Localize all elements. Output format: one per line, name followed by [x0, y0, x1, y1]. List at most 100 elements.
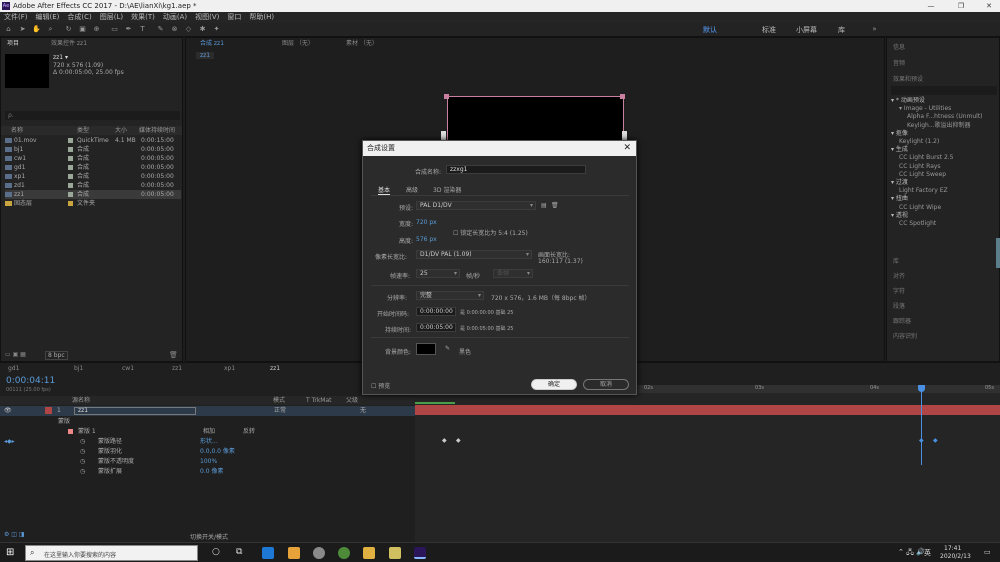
- tab-footage[interactable]: 素材 （无）: [346, 38, 378, 49]
- table-row[interactable]: 👁 1 zz1 正常 无: [0, 406, 415, 416]
- toggle-switches-modes[interactable]: 切换开关/模式: [190, 532, 228, 541]
- tab-info[interactable]: 信息: [893, 42, 905, 51]
- effects-tree-item[interactable]: ▾ 过渡: [891, 179, 908, 187]
- drop-frame-select[interactable]: 丢帧: [493, 269, 533, 278]
- frame-rate-select[interactable]: 25: [416, 269, 460, 278]
- menu-edit[interactable]: 编辑(E): [32, 12, 64, 23]
- list-item[interactable]: zd1 合成 0:00:05:00: [5, 181, 181, 190]
- layer-duration-bar[interactable]: [415, 405, 1000, 415]
- project-search-input[interactable]: ρ.: [5, 111, 180, 120]
- height-value[interactable]: 576 px: [416, 236, 437, 243]
- list-item[interactable]: 01.mov QuickTime 4.1 MB 0:00:15:00: [5, 136, 181, 145]
- table-row[interactable]: ◷ 蒙版羽化 0.0,0.0 像素: [0, 447, 415, 457]
- pan-behind-tool-icon[interactable]: ⊕: [92, 25, 101, 34]
- ok-button[interactable]: 确定: [531, 379, 577, 390]
- save-preset-icon[interactable]: ▤: [541, 202, 547, 209]
- work-area-bar[interactable]: [415, 402, 455, 404]
- keyframe-marker[interactable]: ◆: [442, 437, 447, 444]
- playhead[interactable]: [921, 385, 922, 465]
- keyframe-nav-icon[interactable]: ◂◆▸: [4, 437, 15, 447]
- trash-icon[interactable]: 🗑: [169, 351, 178, 359]
- tab-timeline-bj1[interactable]: bj1: [74, 363, 83, 374]
- list-item[interactable]: xp1 合成 0:00:05:00: [5, 172, 181, 181]
- timeline-bottom-icons[interactable]: ⚙ ◫ ◨: [4, 531, 25, 538]
- keyframe-marker[interactable]: ◆: [456, 437, 461, 444]
- tab-timeline-xp1[interactable]: xp1: [224, 363, 235, 374]
- list-item[interactable]: 固态层 文件夹: [5, 199, 181, 208]
- clone-tool-icon[interactable]: ⊗: [170, 25, 179, 34]
- panel-content-aware[interactable]: 内容识别: [893, 331, 917, 340]
- hand-tool-icon[interactable]: ✋: [32, 25, 41, 34]
- scrollbar-thumb[interactable]: [996, 238, 1000, 268]
- pen-tool-icon[interactable]: ✒: [124, 25, 133, 34]
- roto-tool-icon[interactable]: ✱: [198, 25, 207, 34]
- list-item[interactable]: bj1 合成 0:00:05:00: [5, 145, 181, 154]
- tab-timeline-zz1-active[interactable]: zz1: [270, 363, 280, 374]
- tab-audio[interactable]: 音频: [893, 58, 905, 67]
- bpc-button[interactable]: 8 bpc: [45, 351, 68, 360]
- mask-vertex-handle[interactable]: [622, 131, 627, 140]
- panel-paragraph[interactable]: 段落: [893, 301, 905, 310]
- tab-effects-presets[interactable]: 效果和预设: [893, 74, 923, 83]
- workspace-default[interactable]: 默认: [703, 25, 717, 35]
- effects-tree-item[interactable]: ▾ 透视: [891, 212, 908, 220]
- mask-mode-select[interactable]: 相加: [203, 427, 215, 437]
- col-source-name[interactable]: 源名称: [72, 396, 90, 405]
- col-name[interactable]: 名称: [11, 126, 23, 135]
- mask-color-swatch[interactable]: [68, 429, 73, 434]
- prop-value[interactable]: 0.0 像素: [200, 467, 223, 477]
- list-item[interactable]: cw1 合成 0:00:05:00: [5, 154, 181, 163]
- menu-help[interactable]: 帮助(H): [245, 12, 278, 23]
- effects-tree-item[interactable]: CC Light Sweep: [899, 171, 946, 179]
- eraser-tool-icon[interactable]: ◇: [184, 25, 193, 34]
- selection-tool-icon[interactable]: ➤: [18, 25, 27, 34]
- prop-value[interactable]: 形状...: [200, 437, 218, 447]
- tab-timeline-gd1[interactable]: gd1: [8, 363, 19, 374]
- eye-icon[interactable]: 👁: [4, 406, 12, 416]
- file-explorer-icon[interactable]: [363, 547, 375, 559]
- zoom-tool-icon[interactable]: ⌕: [46, 25, 55, 34]
- panel-library[interactable]: 库: [893, 256, 899, 265]
- mode-select[interactable]: 正常: [274, 406, 286, 416]
- panel-align[interactable]: 对齐: [893, 271, 905, 280]
- resolution-select[interactable]: 完整: [416, 291, 484, 300]
- bg-color-swatch[interactable]: [416, 343, 436, 355]
- home-icon[interactable]: ⌂: [4, 25, 13, 34]
- col-duration[interactable]: 媒体持续时间: [139, 126, 175, 135]
- comp-breadcrumb[interactable]: zz1: [196, 52, 215, 59]
- menu-layer[interactable]: 图层(L): [96, 12, 127, 23]
- start-timecode-input[interactable]: 0:00:00:00: [416, 307, 456, 316]
- tab-3d-renderer[interactable]: 3D 渲染器: [433, 185, 461, 194]
- effects-tree-item[interactable]: ▾ 扭曲: [891, 195, 908, 203]
- preview-checkbox[interactable]: ☐ 预览: [371, 381, 390, 390]
- tab-composition[interactable]: 合成 zz1: [200, 38, 224, 49]
- ime-indicator[interactable]: 英: [924, 548, 931, 558]
- brush-tool-icon[interactable]: ✎: [156, 25, 165, 34]
- effects-tree-item[interactable]: Light Factory EZ: [899, 187, 948, 195]
- comp-name-input[interactable]: zzxg1: [446, 165, 586, 174]
- minimize-button[interactable]: —: [922, 0, 940, 12]
- eyedropper-icon[interactable]: ✎: [445, 345, 450, 352]
- app-icon[interactable]: [288, 547, 300, 559]
- edge-icon[interactable]: [262, 547, 274, 559]
- stopwatch-icon[interactable]: ◷: [80, 447, 85, 457]
- effects-tree-item[interactable]: CC Spotlight: [899, 220, 936, 228]
- tab-basic[interactable]: 基本: [378, 185, 391, 195]
- tab-effect-controls[interactable]: 效果控件 zz1: [51, 38, 87, 49]
- rotate-tool-icon[interactable]: ↻: [64, 25, 73, 34]
- restore-button[interactable]: ❐: [952, 0, 970, 12]
- mask-vertex-handle[interactable]: [441, 131, 446, 140]
- menu-view[interactable]: 视图(V): [191, 12, 223, 23]
- menu-window[interactable]: 窗口: [223, 12, 245, 23]
- col-mode[interactable]: 模式: [273, 396, 285, 405]
- keyframe-marker[interactable]: ◆: [919, 437, 924, 444]
- list-item[interactable]: gd1 合成 0:00:05:00: [5, 163, 181, 172]
- clock-time[interactable]: 17:41: [944, 545, 961, 552]
- parent-select[interactable]: 无: [360, 406, 366, 416]
- effects-tree-item[interactable]: ▾ * 动画预设: [891, 97, 925, 105]
- layer-name[interactable]: zz1: [74, 407, 196, 415]
- mask-vertex-handle[interactable]: [444, 94, 449, 99]
- taskbar-search-box[interactable]: ⌕ 在这里输入你要搜索的内容: [25, 545, 198, 561]
- tab-advanced[interactable]: 高级: [406, 185, 418, 194]
- stopwatch-icon[interactable]: ◷: [80, 437, 85, 447]
